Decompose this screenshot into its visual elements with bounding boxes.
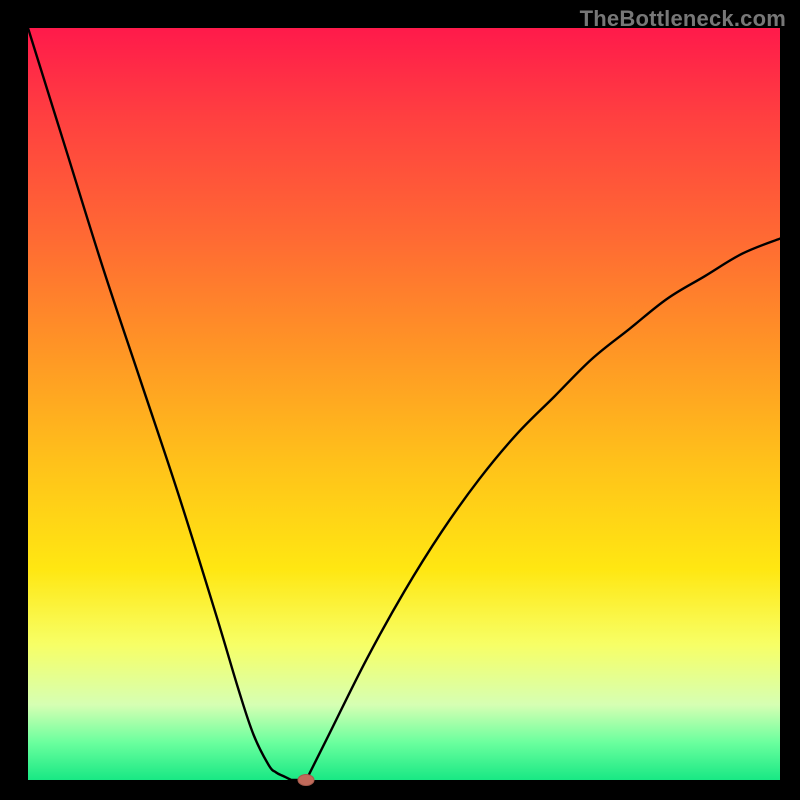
- watermark-text: TheBottleneck.com: [580, 6, 786, 32]
- bottleneck-curve: [28, 28, 780, 780]
- optimum-marker: [298, 774, 315, 786]
- curve-path: [28, 28, 780, 780]
- chart-frame: TheBottleneck.com: [0, 0, 800, 800]
- plot-area: [28, 28, 780, 780]
